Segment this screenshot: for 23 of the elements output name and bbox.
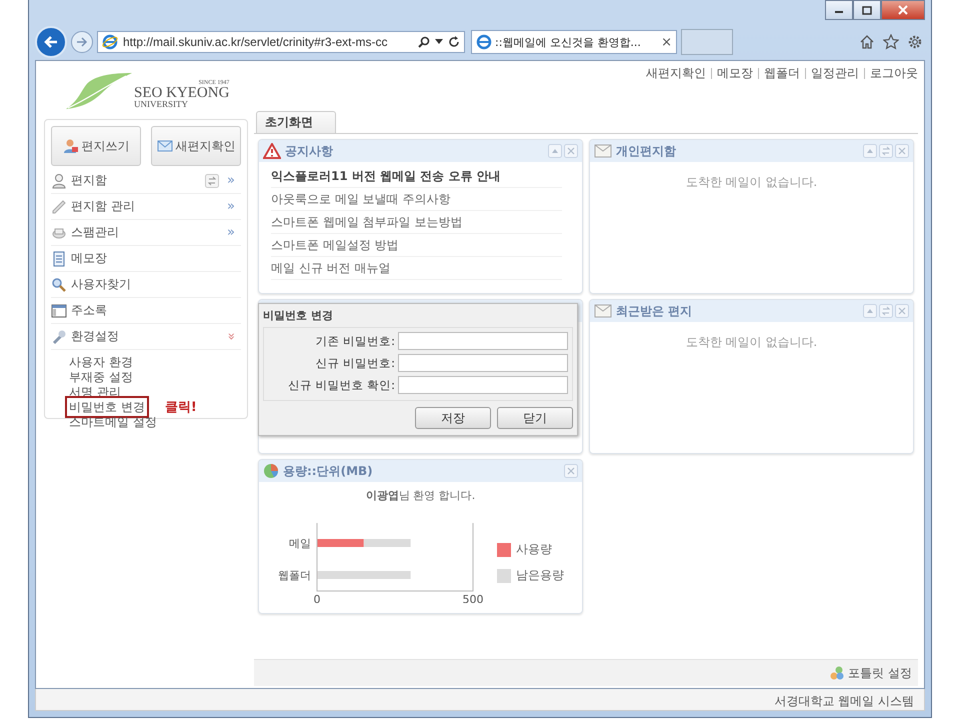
url-text: http://mail.skuniv.ac.kr/servlet/crinity#r3-ext-ms-cc: [123, 35, 388, 49]
callout-label: 클릭!: [164, 398, 197, 416]
field-label: 신규 비밀번호 확인:: [288, 378, 395, 392]
legend-label: 사용량: [516, 541, 552, 558]
logo-subtext: UNIVERSITY: [134, 100, 189, 109]
tick-label: 0: [314, 593, 320, 603]
empty-message: 도착한 메일이 없습니다.: [684, 334, 818, 351]
dialog-title: 비밀번호 변경: [263, 308, 334, 324]
status-text: 서경대학교 웹메일 시스템: [35, 689, 925, 711]
tick-label: 500: [462, 593, 484, 603]
field-label: 신규 비밀번호:: [315, 356, 395, 370]
panel-title: 공지사항: [285, 142, 333, 160]
tab-title: ::웹메일에 오신것을 환영합...: [495, 34, 642, 50]
category-label: 웹폴더: [278, 569, 311, 582]
welcome-message: 이광엽님 환영 합니다.: [364, 488, 476, 503]
panel-title: 개인편지함: [616, 142, 676, 160]
legend-label: 남은용량: [516, 567, 564, 584]
category-label: 메일: [289, 537, 311, 550]
logo-text: SEO KYEONG: [134, 86, 230, 100]
panel-title: 용량::단위(MB): [283, 462, 373, 480]
field-label: 기존 비밀번호:: [315, 334, 395, 348]
panel-title: 최근받은 편지: [616, 302, 692, 320]
empty-message: 도착한 메일이 없습니다.: [684, 174, 818, 191]
